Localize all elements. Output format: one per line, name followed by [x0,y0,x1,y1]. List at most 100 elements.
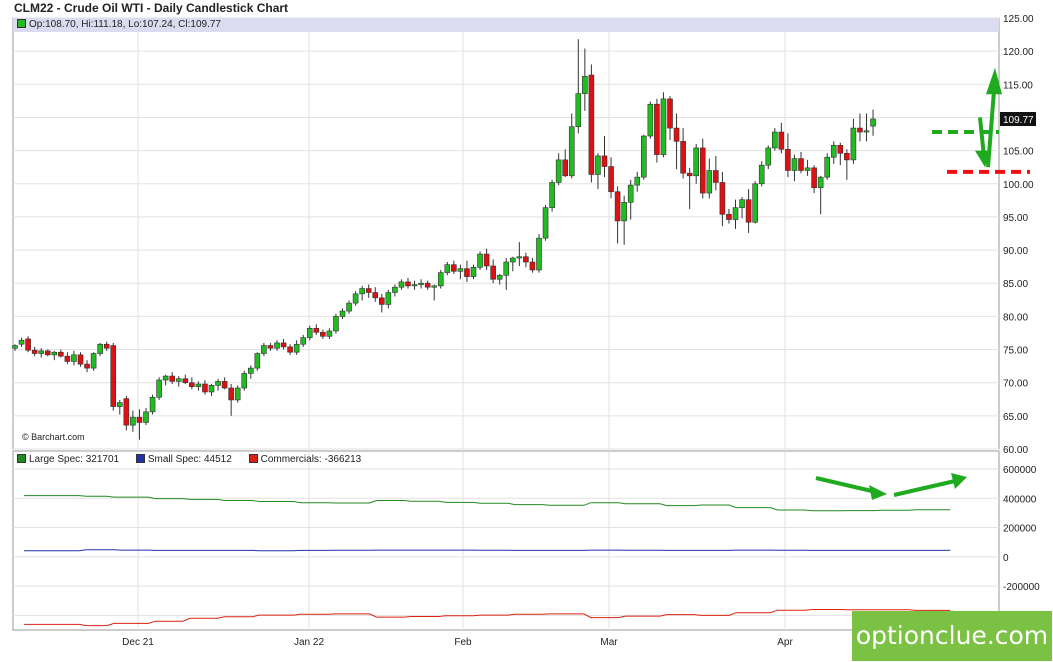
candle-body [38,350,45,354]
candle-body [84,363,90,369]
candle-body [97,343,103,354]
legend-commercials[interactable]: Commercials: -366213 [245,454,361,465]
candle-body [785,148,791,171]
candle-body [765,147,772,166]
candle-body [608,166,614,193]
candle-body [863,130,870,133]
candle-body [267,345,274,349]
candle-body [254,353,261,369]
candle-body [398,281,405,288]
candle-body [739,199,745,208]
price-tick-label: 75.00 [1003,346,1028,357]
candle-body [778,131,785,150]
candle-body [162,375,169,381]
candle-body [346,302,352,312]
candle-body [25,338,31,351]
candle-body [77,354,84,365]
candle-body [182,378,189,383]
price-tick-label: 100.00 [1003,180,1034,191]
candle-body [365,288,372,293]
copyright-text: © Barchart.com [22,432,85,442]
small-spec-swatch [135,454,145,463]
last-price-label: 109.77 [1003,115,1034,126]
candle-body [667,98,673,129]
price-tick-label: 105.00 [1003,147,1034,158]
candle-body [261,345,267,354]
candle-body [771,131,778,149]
cot-tick-label: 0 [1003,553,1009,564]
legend-large-spec[interactable]: Large Spec: 321701 [13,454,119,465]
legend-small-spec[interactable]: Small Spec: 44512 [132,454,232,465]
candle-body [143,411,149,423]
chart-title: CLM22 - Crude Oil WTI - Daily Candlestic… [14,1,289,15]
candle-body [601,155,608,167]
candle-body [424,282,431,288]
candle-body [117,402,123,407]
candle-body [287,346,293,353]
candle-body [71,354,77,362]
candle-body [516,256,523,259]
candle-body [503,261,510,276]
candle-body [575,93,582,128]
candle-body [627,184,634,203]
candle-body [320,331,326,337]
candle-body [726,213,732,220]
candle-body [385,292,392,305]
ohlc-swatch [17,19,26,28]
candle-body [562,159,569,177]
candle-body [477,253,483,268]
candle-body [830,145,837,158]
candle-body [817,176,824,189]
candle-body [58,351,64,357]
candle-body [693,147,700,177]
candle-body [51,351,58,356]
commercials-swatch [248,454,258,463]
candle-body [706,170,713,194]
candle-body [791,158,798,171]
price-tick-label: 60.00 [1003,445,1028,456]
candle-body [12,345,18,349]
candle-body [660,98,667,155]
candle-body [339,310,346,317]
candle-body [169,375,175,382]
candle-body [844,152,850,161]
price-tick-label: 90.00 [1003,246,1028,257]
candle-body [470,267,477,277]
candle-body [732,207,739,220]
candle-body [686,172,693,177]
price-tick-label: 95.00 [1003,213,1028,224]
candle-body [857,127,863,133]
candle-body [306,328,313,338]
candle-body [640,135,647,178]
candle-body [248,367,254,374]
candle-body [523,256,529,263]
candle-body [647,103,654,137]
candle-body [464,268,470,277]
candle-body [293,343,300,353]
candle-body [431,285,438,288]
x-tick-label: Mar [600,637,618,648]
candle-body [405,281,411,287]
small-spec-line [24,549,951,552]
candle-body [457,268,464,272]
cot-tick-label: 200000 [1003,524,1037,535]
candle-body [713,170,719,183]
candle-body [175,378,182,382]
candle-body [634,176,641,186]
candle-body [870,118,876,127]
candle-body [824,156,831,178]
candle-body [614,191,621,222]
cot-tick-label: 600000 [1003,465,1037,476]
candle-body [483,253,490,267]
candle-body [202,383,208,393]
candle-body [372,292,379,299]
candle-body [529,261,536,271]
candle-body [123,398,130,426]
cot-legend: Large Spec: 321701 Small Spec: 44512 Com… [13,453,999,467]
candle-body [418,282,424,285]
candle-body [103,343,110,349]
candle-body [437,272,444,287]
cot-tick-label: -200000 [1003,582,1040,593]
candle-body [130,416,136,426]
candle-body [326,330,333,337]
